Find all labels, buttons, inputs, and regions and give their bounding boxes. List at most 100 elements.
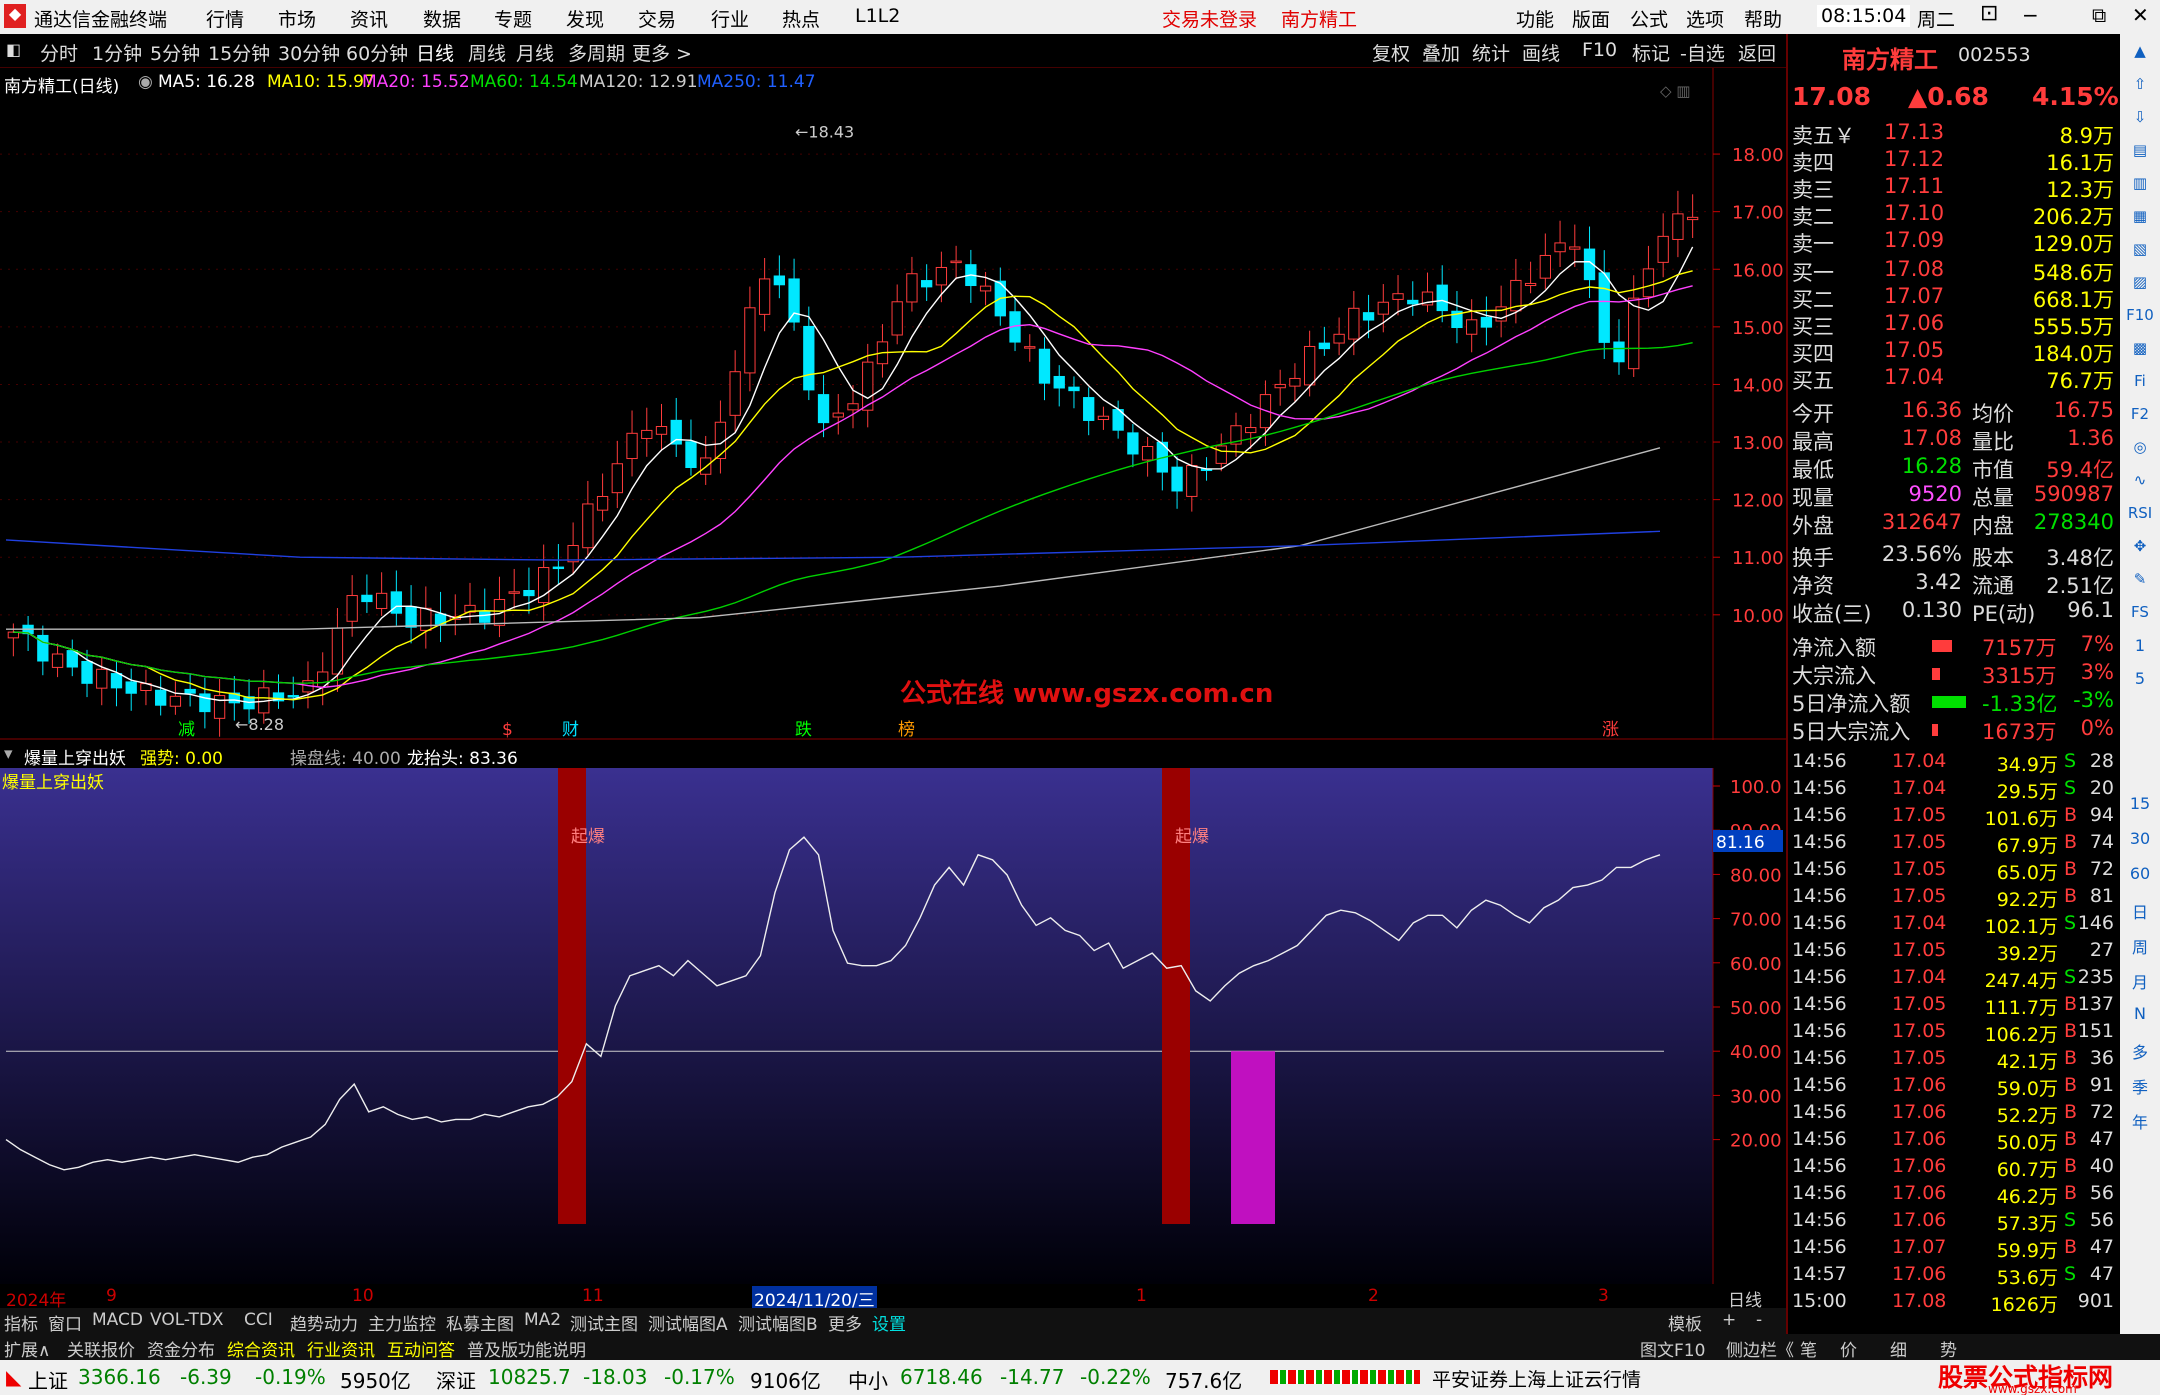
side-icon-24[interactable]: 周 [2126, 934, 2154, 958]
side-icon-23[interactable]: 日 [2126, 899, 2154, 923]
side-icon-8[interactable]: F10 [2126, 306, 2154, 330]
indicator-tab-12[interactable]: 更多 [828, 1310, 862, 1335]
period-tab-1[interactable]: 1分钟 [92, 39, 142, 66]
side-icon-17[interactable]: FS [2126, 603, 2154, 627]
sh-label[interactable]: 上证 [28, 1365, 68, 1394]
side-icon-3[interactable]: ▤ [2126, 141, 2154, 165]
right-menu-2[interactable]: 公式 [1630, 5, 1668, 32]
extension-tab-11[interactable]: 细 [1890, 1336, 1907, 1361]
side-icon-7[interactable]: ▨ [2126, 273, 2154, 297]
side-icon-2[interactable]: ⇩ [2126, 108, 2154, 132]
side-icon-15[interactable]: ✥ [2126, 537, 2154, 561]
indicator-chart[interactable]: 爆量上穿出妖100.090.0080.0070.0060.0050.0040.0… [0, 768, 1786, 1284]
extension-tab-5[interactable]: 互动问答 [387, 1336, 455, 1361]
indicator-tab-2[interactable]: MACD [92, 1310, 143, 1330]
toolbar-right-7[interactable]: 返回 [1738, 39, 1776, 66]
right-menu-3[interactable]: 选项 [1686, 5, 1724, 32]
period-tab-6[interactable]: 日线 [416, 39, 454, 66]
login-status[interactable]: 交易未登录 [1162, 5, 1257, 32]
right-menu-4[interactable]: 帮助 [1744, 5, 1782, 32]
toolbar-right-2[interactable]: 统计 [1472, 39, 1510, 66]
side-icon-27[interactable]: 多 [2126, 1039, 2154, 1063]
indicator-tab-11[interactable]: 测试幅图B [738, 1310, 818, 1335]
toolbar-right-6[interactable]: -自选 [1680, 39, 1725, 66]
side-icon-9[interactable]: ▩ [2126, 339, 2154, 363]
side-icon-11[interactable]: F2 [2126, 405, 2154, 429]
menu-2[interactable]: 资讯 [350, 5, 388, 32]
close-icon[interactable]: ✕ [2132, 3, 2149, 27]
indicator-tab-9[interactable]: 测试主图 [570, 1310, 638, 1335]
side-icon-18[interactable]: 1 [2126, 636, 2154, 660]
extension-tab-7[interactable]: 图文F10 [1640, 1336, 1705, 1361]
period-tab-4[interactable]: 30分钟 [278, 39, 340, 66]
extension-tab-8[interactable]: 侧边栏《 [1726, 1336, 1794, 1361]
toolbar-right-0[interactable]: 复权 [1372, 39, 1410, 66]
indicator-tab-6[interactable]: 主力监控 [368, 1310, 436, 1335]
menu-4[interactable]: 专题 [494, 5, 532, 32]
window-menu-icon[interactable]: ⊡ [1980, 1, 1998, 26]
side-icon-14[interactable]: RSI [2126, 504, 2154, 528]
side-icon-10[interactable]: Fi [2126, 372, 2154, 396]
indicator-tab-0[interactable]: 指标 [4, 1310, 38, 1335]
toggle-icon[interactable]: ◉ [138, 72, 153, 92]
indicator-tab-14[interactable]: 模板 [1668, 1310, 1702, 1335]
indicator-tab-10[interactable]: 测试幅图A [648, 1310, 728, 1335]
side-icon-19[interactable]: 5 [2126, 669, 2154, 693]
menu-8[interactable]: 热点 [782, 5, 820, 32]
period-tab-2[interactable]: 5分钟 [150, 39, 200, 66]
toolbar-right-3[interactable]: 画线 [1522, 39, 1560, 66]
period-tab-3[interactable]: 15分钟 [208, 39, 270, 66]
period-tab-5[interactable]: 60分钟 [346, 39, 408, 66]
indicator-tab-7[interactable]: 私募主图 [446, 1310, 514, 1335]
sz-label[interactable]: 深证 [436, 1365, 476, 1394]
period-tab-9[interactable]: 多周期 [568, 39, 625, 66]
extension-tab-1[interactable]: 关联报价 [67, 1336, 135, 1361]
extension-tab-9[interactable]: 笔 [1800, 1336, 1817, 1361]
side-icon-0[interactable]: ▲ [2126, 42, 2154, 66]
collapse-icon[interactable]: ◧ [6, 40, 21, 59]
side-icon-6[interactable]: ▧ [2126, 240, 2154, 264]
right-menu-0[interactable]: 功能 [1516, 5, 1554, 32]
side-icon-1[interactable]: ⇧ [2126, 75, 2154, 99]
extension-tab-10[interactable]: 价 [1840, 1336, 1857, 1361]
side-icon-12[interactable]: ◎ [2126, 438, 2154, 462]
kline-chart[interactable]: 18.00 17.00 16.00 15.00 14.00 13.00 12.00 11.00… [0, 68, 1786, 740]
side-icon-29[interactable]: 年 [2126, 1109, 2154, 1133]
zx-label[interactable]: 中小 [848, 1365, 888, 1394]
extension-tab-6[interactable]: 普及版功能说明 [467, 1336, 586, 1361]
menu-7[interactable]: 行业 [711, 5, 749, 32]
indicator-tab-16[interactable]: - [1756, 1310, 1762, 1330]
period-tab-10[interactable]: 更多 > [632, 39, 692, 66]
menu-1[interactable]: 市场 [278, 5, 316, 32]
side-icon-5[interactable]: ▦ [2126, 207, 2154, 231]
period-tab-8[interactable]: 月线 [516, 39, 554, 66]
period-tab-0[interactable]: 分时 [40, 39, 78, 66]
menu-3[interactable]: 数据 [423, 5, 461, 32]
indicator-tab-8[interactable]: MA2 [524, 1310, 561, 1330]
toolbar-right-5[interactable]: 标记 [1632, 39, 1670, 66]
side-icon-25[interactable]: 月 [2126, 969, 2154, 993]
period-tab-7[interactable]: 周线 [468, 39, 506, 66]
toolbar-right-1[interactable]: 叠加 [1422, 39, 1460, 66]
side-icon-22[interactable]: 60 [2126, 864, 2154, 888]
indicator-tab-5[interactable]: 趋势动力 [290, 1310, 358, 1335]
side-icon-20[interactable]: 15 [2126, 794, 2154, 818]
right-menu-1[interactable]: 版面 [1572, 5, 1610, 32]
indicator-tab-3[interactable]: VOL-TDX [150, 1310, 224, 1330]
toolbar-right-4[interactable]: F10 [1582, 39, 1617, 61]
side-icon-16[interactable]: ✎ [2126, 570, 2154, 594]
indicator-tab-13[interactable]: 设置 [872, 1310, 906, 1335]
extension-tab-4[interactable]: 行业资讯 [307, 1336, 375, 1361]
extension-tab-3[interactable]: 综合资讯 [227, 1336, 295, 1361]
extension-tab-2[interactable]: 资金分布 [147, 1336, 215, 1361]
minimize-icon[interactable]: − [2022, 3, 2039, 27]
indicator-tab-4[interactable]: CCI [244, 1310, 273, 1330]
menu-9[interactable]: L1L2 [855, 5, 900, 27]
menu-5[interactable]: 发现 [566, 5, 604, 32]
indicator-tab-15[interactable]: + [1722, 1310, 1736, 1330]
extension-tab-0[interactable]: 扩展∧ [4, 1336, 50, 1361]
indicator-collapse-icon[interactable]: ▾ [4, 744, 13, 764]
menu-6[interactable]: 交易 [638, 5, 676, 32]
side-icon-13[interactable]: ∿ [2126, 471, 2154, 495]
side-icon-26[interactable]: N [2126, 1004, 2154, 1028]
